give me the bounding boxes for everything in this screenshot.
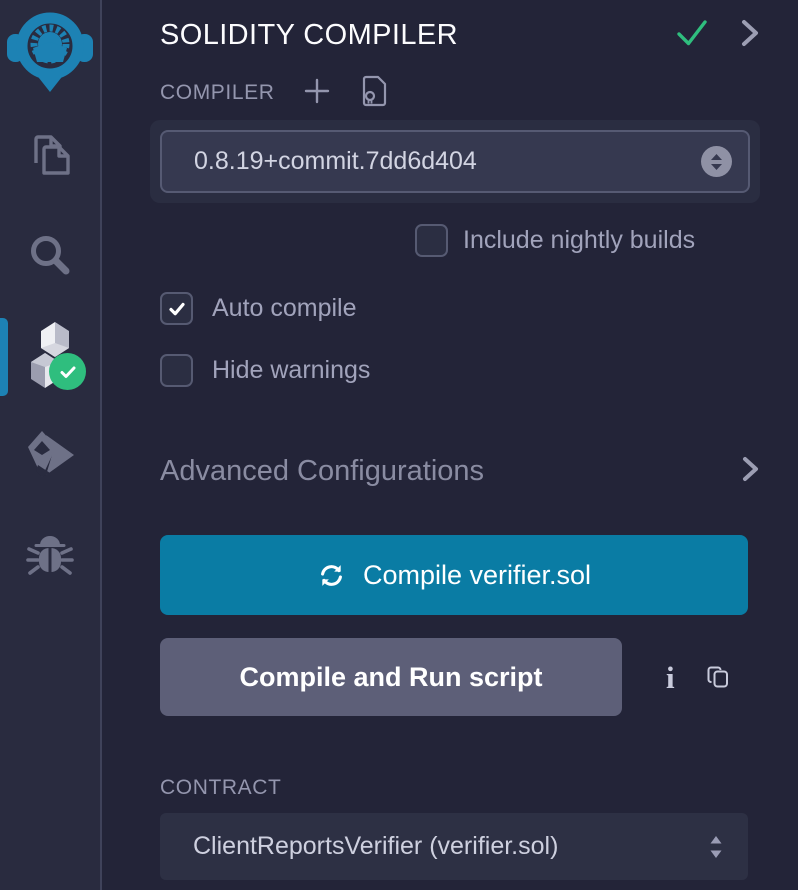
icon-panel (0, 0, 102, 890)
compile-and-run-button[interactable]: Compile and Run script (160, 638, 622, 716)
info-icon[interactable]: i (666, 662, 675, 693)
collapse-panel-chevron-icon[interactable] (740, 18, 760, 53)
advanced-configurations-toggle[interactable]: Advanced Configurations (160, 455, 760, 488)
compile-and-run-label: Compile and Run script (239, 662, 542, 693)
nightly-builds-checkbox[interactable] (415, 224, 448, 257)
panel-header: SOLIDITY COMPILER (160, 14, 760, 56)
select-arrows-icon (708, 834, 724, 860)
compiler-version-value: 0.8.19+commit.7dd6d404 (194, 147, 477, 176)
page-title: SOLIDITY COMPILER (160, 19, 458, 52)
advanced-configurations-label: Advanced Configurations (160, 455, 484, 488)
compiler-section-label: COMPILER (160, 81, 275, 105)
advanced-expand-chevron-icon (741, 455, 760, 488)
compiler-version-container: 0.8.19+commit.7dd6d404 (150, 120, 760, 203)
contract-select[interactable]: ClientReportsVerifier (verifier.sol) (160, 813, 748, 880)
auto-compile-checkbox[interactable] (160, 292, 193, 325)
nightly-builds-label[interactable]: Include nightly builds (463, 226, 695, 255)
contract-select-value: ClientReportsVerifier (verifier.sol) (193, 832, 558, 861)
refresh-icon (317, 561, 346, 590)
select-updown-icon (701, 146, 732, 177)
auto-compile-row: Auto compile (160, 292, 760, 325)
hide-warnings-row: Hide warnings (160, 354, 760, 387)
compile-success-badge (49, 353, 86, 390)
sidebar-item-search[interactable] (0, 207, 100, 307)
sidebar-item-file-explorer[interactable] (0, 107, 100, 207)
compile-button-label: Compile verifier.sol (363, 560, 591, 591)
hide-warnings-label[interactable]: Hide warnings (212, 356, 370, 385)
auto-compile-label[interactable]: Auto compile (212, 294, 357, 323)
compiler-version-select[interactable]: 0.8.19+commit.7dd6d404 (160, 130, 750, 193)
compile-status-check-icon (674, 18, 710, 53)
search-icon (25, 230, 75, 285)
debugger-icon (24, 529, 76, 586)
contract-section-label: CONTRACT (160, 776, 760, 800)
deploy-run-icon (22, 427, 78, 488)
sidebar-item-solidity-compiler[interactable] (0, 307, 100, 407)
compiler-config-file-icon[interactable] (359, 75, 389, 112)
sidebar-item-debugger[interactable] (0, 507, 100, 607)
file-explorer-icon (26, 131, 74, 184)
compile-and-run-row: Compile and Run script i (160, 638, 760, 716)
compiler-section-header: COMPILER (160, 76, 760, 110)
nightly-builds-row: Include nightly builds (160, 224, 760, 257)
add-custom-compiler-icon[interactable] (303, 77, 331, 110)
sidebar-items (0, 107, 100, 607)
solidity-compiler-panel: SOLIDITY COMPILER COMPILER (102, 0, 798, 890)
compile-button[interactable]: Compile verifier.sol (160, 535, 748, 615)
active-tab-indicator (0, 318, 8, 396)
remix-logo[interactable] (5, 4, 95, 94)
copy-icon[interactable] (705, 663, 733, 691)
sidebar-item-deploy-run[interactable] (0, 407, 100, 507)
hide-warnings-checkbox[interactable] (160, 354, 193, 387)
